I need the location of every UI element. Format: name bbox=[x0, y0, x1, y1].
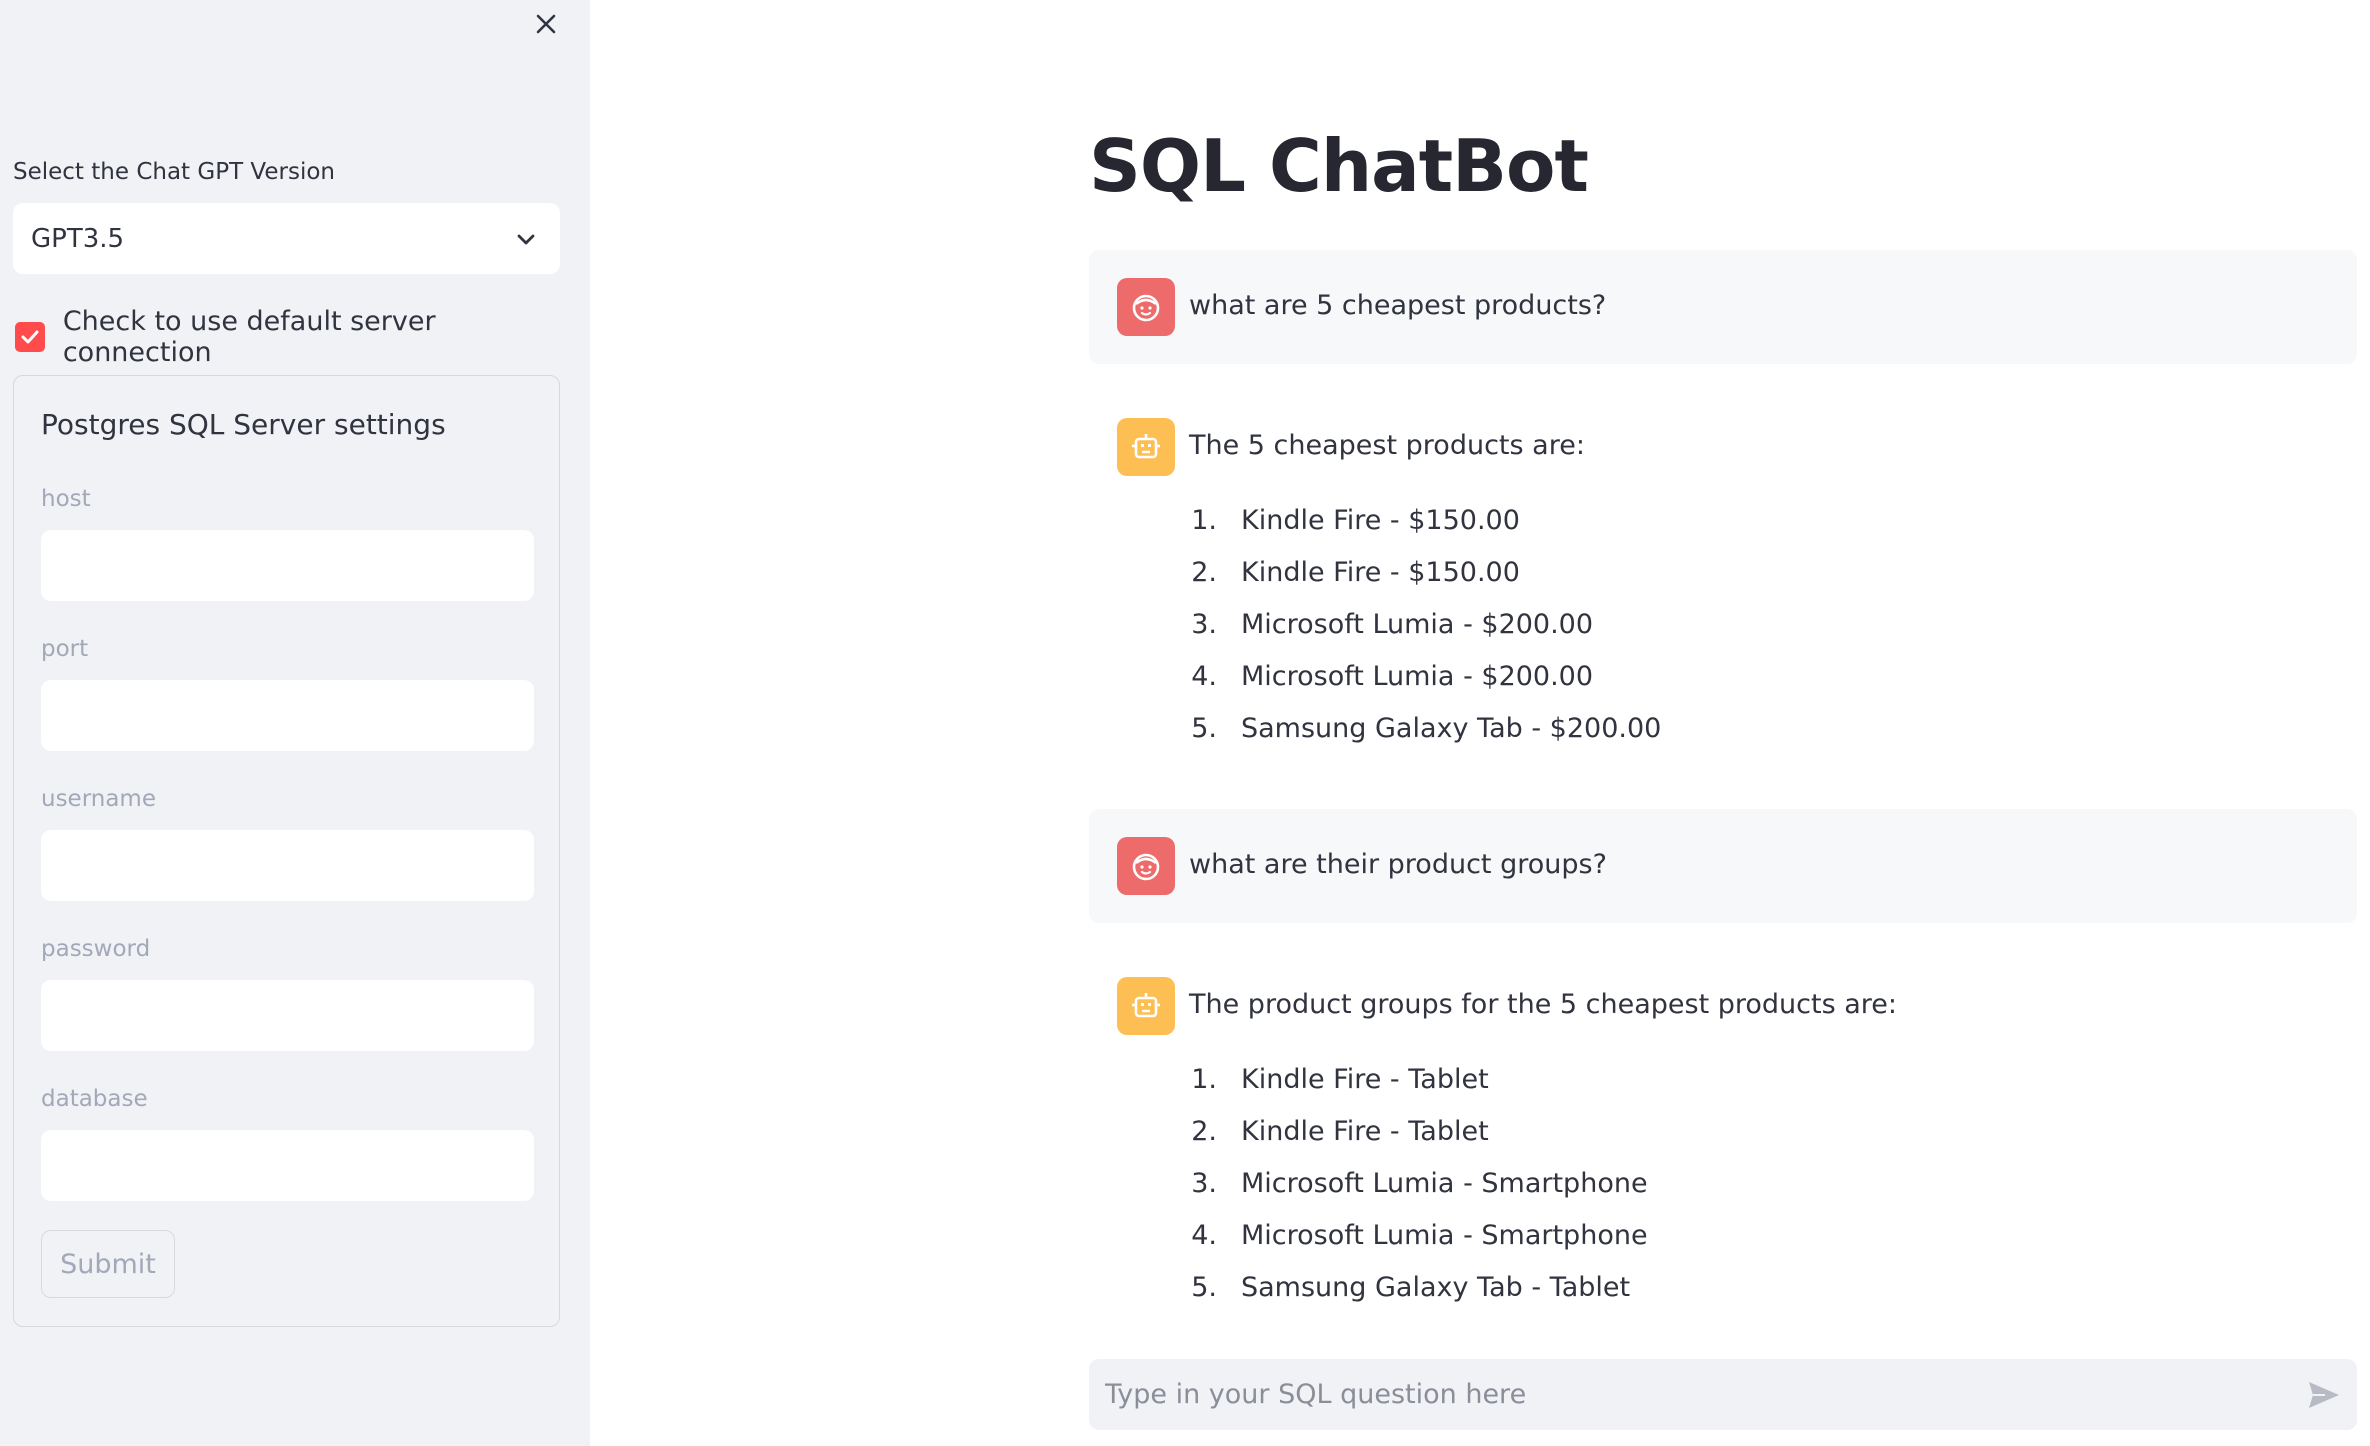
database-input[interactable] bbox=[41, 1130, 534, 1201]
username-input[interactable] bbox=[41, 830, 534, 901]
port-label: port bbox=[41, 636, 89, 662]
list-number: 1. bbox=[1191, 504, 1217, 536]
list-text: Microsoft Lumia - Smartphone bbox=[1241, 1219, 1648, 1251]
avatar bbox=[1117, 418, 1175, 476]
message-text: The 5 cheapest products are: bbox=[1189, 430, 1585, 461]
chat-message-assistant: The 5 cheapest products are: 1. Kindle Fi… bbox=[1089, 390, 2357, 760]
robot-icon bbox=[1132, 993, 1160, 1018]
list-number: 5. bbox=[1191, 712, 1217, 744]
list-text: Kindle Fire - Tablet bbox=[1241, 1063, 1489, 1095]
list-text: Microsoft Lumia - Smartphone bbox=[1241, 1167, 1648, 1199]
message-list: 1. Kindle Fire - $150.00 2. Kindle Fire - … bbox=[1189, 494, 1661, 754]
user-face-icon bbox=[1132, 853, 1160, 881]
list-item: 1. Kindle Fire - $150.00 bbox=[1189, 494, 1661, 546]
submit-button[interactable]: Submit bbox=[41, 1230, 175, 1298]
robot-icon bbox=[1132, 434, 1160, 459]
avatar bbox=[1117, 977, 1175, 1035]
send-icon bbox=[2309, 1382, 2339, 1408]
password-label: password bbox=[41, 936, 151, 962]
chat-message-user: what are their product groups? bbox=[1089, 809, 2357, 923]
list-number: 4. bbox=[1191, 1219, 1217, 1251]
list-text: Kindle Fire - $150.00 bbox=[1241, 504, 1520, 536]
list-item: 5. Samsung Galaxy Tab - $200.00 bbox=[1189, 702, 1661, 754]
list-number: 5. bbox=[1191, 1271, 1217, 1303]
close-icon bbox=[536, 14, 556, 34]
checkbox-label: Check to use default server connection bbox=[62, 306, 436, 368]
message-text: The product groups for the 5 cheapest pr… bbox=[1189, 989, 1898, 1020]
username-label: username bbox=[41, 786, 156, 812]
password-input[interactable] bbox=[41, 980, 534, 1051]
user-face-icon bbox=[1132, 294, 1160, 322]
sidebar-close-button[interactable] bbox=[530, 8, 562, 40]
list-item: 4. Microsoft Lumia - $200.00 bbox=[1189, 650, 1661, 702]
message-text: what are their product groups? bbox=[1189, 849, 1607, 880]
page-title: SQL ChatBot bbox=[1089, 124, 1589, 208]
list-item: 3. Microsoft Lumia - Smartphone bbox=[1189, 1157, 1648, 1209]
avatar bbox=[1117, 837, 1175, 895]
list-number: 3. bbox=[1191, 608, 1217, 640]
list-text: Microsoft Lumia - $200.00 bbox=[1241, 660, 1594, 692]
avatar bbox=[1117, 278, 1175, 336]
message-text: what are 5 cheapest products? bbox=[1189, 290, 1607, 321]
check-icon bbox=[21, 330, 39, 344]
list-item: 2. Kindle Fire - $150.00 bbox=[1189, 546, 1661, 598]
main-content: SQL ChatBot what are 5 cheapest products… bbox=[590, 0, 2370, 1446]
default-connection-checkbox[interactable]: Check to use default server connection bbox=[15, 306, 590, 368]
sidebar: Select the Chat GPT Version GPT3.5 Check… bbox=[0, 0, 590, 1446]
list-item: 3. Microsoft Lumia - $200.00 bbox=[1189, 598, 1661, 650]
list-item: 5. Samsung Galaxy Tab - Tablet bbox=[1189, 1261, 1648, 1313]
model-select[interactable]: GPT3.5 bbox=[13, 203, 560, 274]
form-title: Postgres SQL Server settings bbox=[41, 408, 446, 441]
host-input[interactable] bbox=[41, 530, 534, 601]
list-number: 2. bbox=[1191, 1115, 1217, 1147]
checkbox-box[interactable] bbox=[15, 322, 45, 352]
list-text: Microsoft Lumia - $200.00 bbox=[1241, 608, 1594, 640]
list-item: 2. Kindle Fire - Tablet bbox=[1189, 1105, 1648, 1157]
message-list: 1. Kindle Fire - Tablet 2. Kindle Fire - T… bbox=[1189, 1053, 1648, 1313]
list-item: 4. Microsoft Lumia - Smartphone bbox=[1189, 1209, 1648, 1261]
port-input[interactable] bbox=[41, 680, 534, 751]
list-number: 3. bbox=[1191, 1167, 1217, 1199]
model-select-label: Select the Chat GPT Version bbox=[13, 159, 336, 185]
send-button[interactable] bbox=[2305, 1376, 2343, 1414]
list-text: Kindle Fire - Tablet bbox=[1241, 1115, 1489, 1147]
list-text: Samsung Galaxy Tab - $200.00 bbox=[1241, 712, 1662, 744]
chat-message-user: what are 5 cheapest products? bbox=[1089, 250, 2357, 364]
list-text: Samsung Galaxy Tab - Tablet bbox=[1241, 1271, 1631, 1303]
list-item: 1. Kindle Fire - Tablet bbox=[1189, 1053, 1648, 1105]
database-label: database bbox=[41, 1086, 148, 1112]
chat-input-container bbox=[1089, 1359, 2357, 1430]
list-number: 1. bbox=[1191, 1063, 1217, 1095]
chevron-down-icon bbox=[517, 234, 535, 245]
chat-input[interactable] bbox=[1089, 1359, 2269, 1430]
server-settings-form: Postgres SQL Server settings host port u… bbox=[13, 375, 560, 1327]
model-select-value: GPT3.5 bbox=[31, 223, 125, 254]
list-text: Kindle Fire - $150.00 bbox=[1241, 556, 1520, 588]
list-number: 4. bbox=[1191, 660, 1217, 692]
chat-message-assistant: The product groups for the 5 cheapest pr… bbox=[1089, 949, 2357, 1319]
host-label: host bbox=[41, 486, 91, 512]
list-number: 2. bbox=[1191, 556, 1217, 588]
